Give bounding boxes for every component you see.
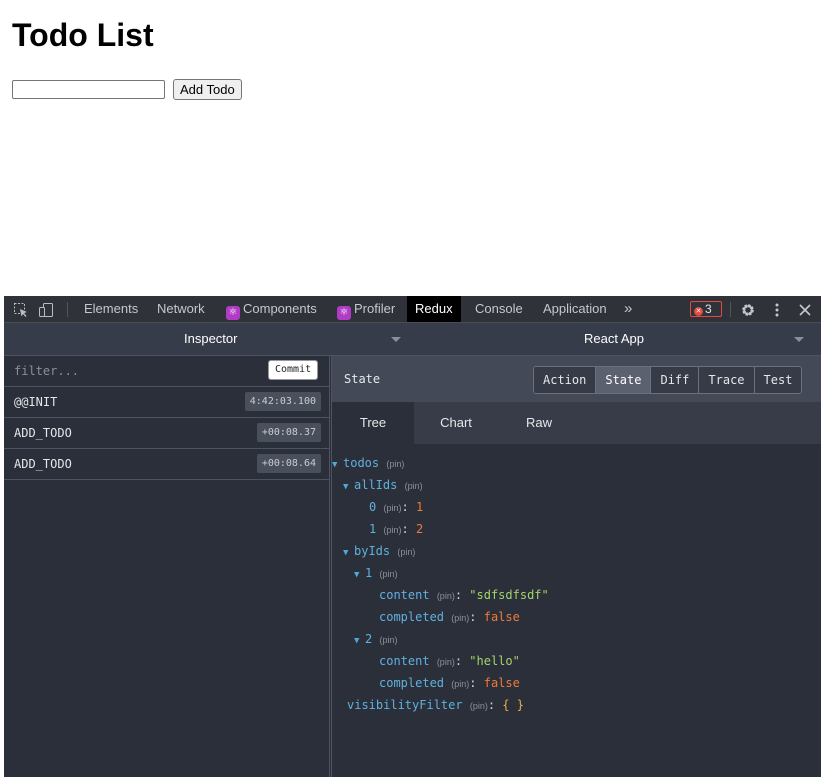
toolbar-separator <box>67 302 68 317</box>
action-time: +00:08.37 <box>256 423 321 442</box>
state-header: State Action State Diff Trace Test <box>332 356 821 402</box>
tree-node-byids-item[interactable]: ▼ 2 (pin) <box>354 628 397 650</box>
tab-network[interactable]: Network <box>149 296 213 322</box>
tab-test[interactable]: Test <box>754 367 802 393</box>
todo-input[interactable] <box>12 80 165 99</box>
tree-leaf: content (pin): "sdfsdfsdf" <box>379 588 549 602</box>
react-icon: ⚛ <box>226 306 240 320</box>
instance-select[interactable]: React App <box>584 323 644 355</box>
action-list-item[interactable]: ADD_TODO +00:08.37 <box>4 418 329 449</box>
tab-elements[interactable]: Elements <box>76 296 146 322</box>
close-icon[interactable] <box>797 302 813 318</box>
tab-profiler-label: Profiler <box>354 301 396 316</box>
tree-leaf: completed (pin): false <box>379 610 520 624</box>
action-list-item[interactable]: ADD_TODO +00:08.64 <box>4 449 329 480</box>
action-list-item[interactable]: @@INIT 4:42:03.100 <box>4 387 329 418</box>
tree-node-todos[interactable]: ▼ todos (pin) <box>332 452 404 474</box>
error-count-badge[interactable]: ✕ 3 <box>690 301 722 317</box>
tab-redux[interactable]: Redux <box>407 296 461 322</box>
pin-button[interactable]: (pin) <box>397 547 415 557</box>
state-title: State <box>344 372 381 386</box>
device-toggle-icon[interactable] <box>38 302 54 318</box>
monitor-select[interactable]: Inspector <box>184 323 237 355</box>
error-count: 3 <box>705 302 712 316</box>
page-title: Todo List <box>12 17 154 53</box>
tab-console[interactable]: Console <box>467 296 531 322</box>
monitor-bar: Inspector React App <box>4 323 821 356</box>
action-list-pane: Commit @@INIT 4:42:03.100 ADD_TODO +00:0… <box>4 356 332 777</box>
gear-icon[interactable] <box>740 302 756 318</box>
expand-triangle-icon[interactable]: ▼ <box>343 542 354 564</box>
chevron-down-icon[interactable] <box>794 337 804 342</box>
tab-components[interactable]: ⚛ Components <box>218 296 325 322</box>
pin-button[interactable]: (pin) <box>405 481 423 491</box>
pin-button[interactable]: (pin) <box>437 657 455 667</box>
pin-button[interactable]: (pin) <box>451 613 469 623</box>
tab-application[interactable]: Application <box>535 296 615 322</box>
expand-triangle-icon[interactable]: ▼ <box>343 476 354 498</box>
action-time: 4:42:03.100 <box>244 392 321 411</box>
chevron-down-icon[interactable] <box>391 337 401 342</box>
react-icon: ⚛ <box>337 306 351 320</box>
tab-diff[interactable]: Diff <box>651 367 700 393</box>
tree-leaf: content (pin): "hello" <box>379 654 520 668</box>
inspect-icon[interactable] <box>13 302 29 318</box>
expand-triangle-icon[interactable]: ▼ <box>354 630 365 652</box>
error-icon: ✕ <box>694 307 703 316</box>
toolbar-separator <box>730 302 731 317</box>
action-name: ADD_TODO <box>14 426 72 440</box>
tab-chart[interactable]: Chart <box>414 402 498 444</box>
devtools-toolbar: Elements Network ⚛ Components ⚛ Profiler R… <box>4 296 821 323</box>
tree-node-byids[interactable]: ▼ byIds (pin) <box>343 540 415 562</box>
more-tabs-button[interactable]: » <box>616 296 640 322</box>
tab-trace[interactable]: Trace <box>699 367 755 393</box>
tab-raw[interactable]: Raw <box>498 402 580 444</box>
view-tabs: Tree Chart Raw <box>332 402 821 444</box>
action-name: @@INIT <box>14 395 58 409</box>
tab-components-label: Components <box>243 301 317 316</box>
pin-button[interactable]: (pin) <box>383 525 401 535</box>
pin-button[interactable]: (pin) <box>379 569 397 579</box>
pin-button[interactable]: (pin) <box>383 503 401 513</box>
tree-leaf: 0 (pin): 1 <box>369 500 424 514</box>
tab-tree[interactable]: Tree <box>332 402 414 444</box>
kebab-menu-icon[interactable] <box>769 302 785 318</box>
pin-button[interactable]: (pin) <box>386 459 404 469</box>
inspector-tabs: Action State Diff Trace Test <box>533 366 803 394</box>
filter-row: Commit <box>4 356 329 387</box>
action-filter-input[interactable] <box>4 356 254 386</box>
tree-leaf: completed (pin): false <box>379 676 520 690</box>
tab-profiler[interactable]: ⚛ Profiler <box>329 296 403 322</box>
state-pane: State Action State Diff Trace Test Tree … <box>332 356 821 777</box>
action-time: +00:08.64 <box>256 454 321 473</box>
devtools-panel: Elements Network ⚛ Components ⚛ Profiler R… <box>4 296 821 777</box>
tree-node-byids-item[interactable]: ▼ 1 (pin) <box>354 562 397 584</box>
commit-button[interactable]: Commit <box>268 360 319 380</box>
pin-button[interactable]: (pin) <box>437 591 455 601</box>
pin-button[interactable]: (pin) <box>451 679 469 689</box>
tree-node-allids[interactable]: ▼ allIds (pin) <box>343 474 423 496</box>
pin-button[interactable]: (pin) <box>470 701 488 711</box>
pin-button[interactable]: (pin) <box>379 635 397 645</box>
tab-action[interactable]: Action <box>534 367 597 393</box>
action-name: ADD_TODO <box>14 457 72 471</box>
tree-leaf: 1 (pin): 2 <box>369 522 424 536</box>
add-todo-button[interactable]: Add Todo <box>173 79 242 100</box>
expand-triangle-icon[interactable]: ▼ <box>332 454 343 476</box>
expand-triangle-icon[interactable]: ▼ <box>354 564 365 586</box>
tab-state[interactable]: State <box>596 367 652 393</box>
tree-leaf: visibilityFilter (pin): { } <box>347 698 524 712</box>
